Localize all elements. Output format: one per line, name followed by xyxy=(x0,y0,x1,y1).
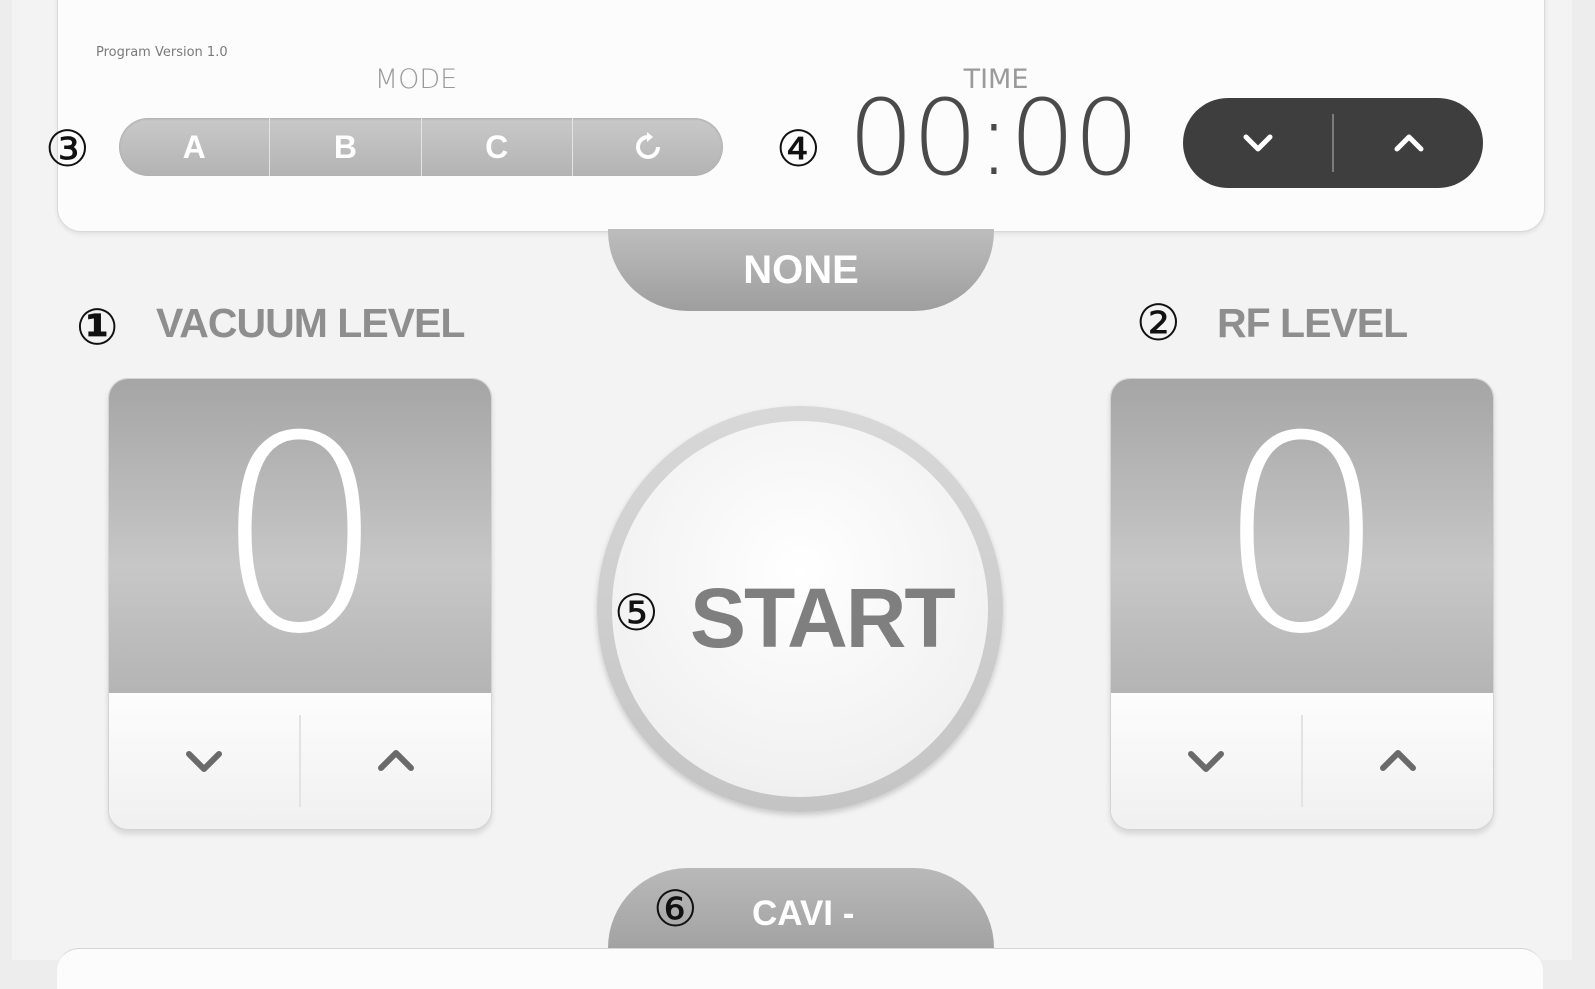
marker-mode: ③ xyxy=(45,120,90,178)
vacuum-level-card: 0 xyxy=(108,378,492,830)
program-version: Program Version 1.0 xyxy=(96,45,228,60)
chevron-down-icon xyxy=(1243,134,1272,152)
time-stepper xyxy=(1183,98,1483,188)
vacuum-level-value: 0 xyxy=(214,378,386,693)
vacuum-decrease-button[interactable] xyxy=(109,693,299,829)
vacuum-increase-button[interactable] xyxy=(301,693,491,829)
mode-selector: A B C xyxy=(119,118,723,176)
rf-level-title: RF LEVEL xyxy=(1217,300,1408,346)
mode-c-button[interactable]: C xyxy=(422,118,573,176)
marker-rf: ② xyxy=(1136,294,1181,352)
time-increase-button[interactable] xyxy=(1334,98,1483,188)
time-display: 00:00 xyxy=(848,77,1140,199)
rf-level-display: 0 xyxy=(1111,379,1493,693)
vacuum-level-title: VACUUM LEVEL xyxy=(156,300,465,346)
marker-time: ④ xyxy=(776,120,821,178)
rf-level-card: 0 xyxy=(1110,378,1494,830)
treatment-tab-cavi-label: CAVI - xyxy=(752,894,855,933)
rf-level-controls xyxy=(1111,693,1493,829)
mode-label: MODE xyxy=(374,64,458,95)
vacuum-level-controls xyxy=(109,693,491,829)
marker-start: ⑤ xyxy=(614,584,659,642)
mode-b-button[interactable]: B xyxy=(270,118,422,176)
bottom-panel xyxy=(57,948,1543,989)
vacuum-level-display: 0 xyxy=(109,379,491,693)
mode-a-button[interactable]: A xyxy=(119,118,271,176)
time-decrease-button[interactable] xyxy=(1183,98,1332,188)
chevron-down-icon xyxy=(1188,751,1224,772)
marker-vacuum: ① xyxy=(76,298,119,356)
chevron-up-icon xyxy=(378,750,414,771)
start-label: START xyxy=(690,571,956,665)
chevron-down-icon xyxy=(186,751,222,772)
mode-cycle-button[interactable] xyxy=(573,118,723,176)
rf-increase-button[interactable] xyxy=(1303,693,1493,829)
treatment-tab-none[interactable]: NONE xyxy=(608,229,994,311)
rf-level-value: 0 xyxy=(1216,378,1388,693)
chevron-up-icon xyxy=(1394,134,1423,152)
chevron-up-icon xyxy=(1380,750,1416,771)
cycle-icon xyxy=(635,132,660,159)
marker-cavi: ⑥ xyxy=(653,880,698,938)
rf-decrease-button[interactable] xyxy=(1111,693,1301,829)
